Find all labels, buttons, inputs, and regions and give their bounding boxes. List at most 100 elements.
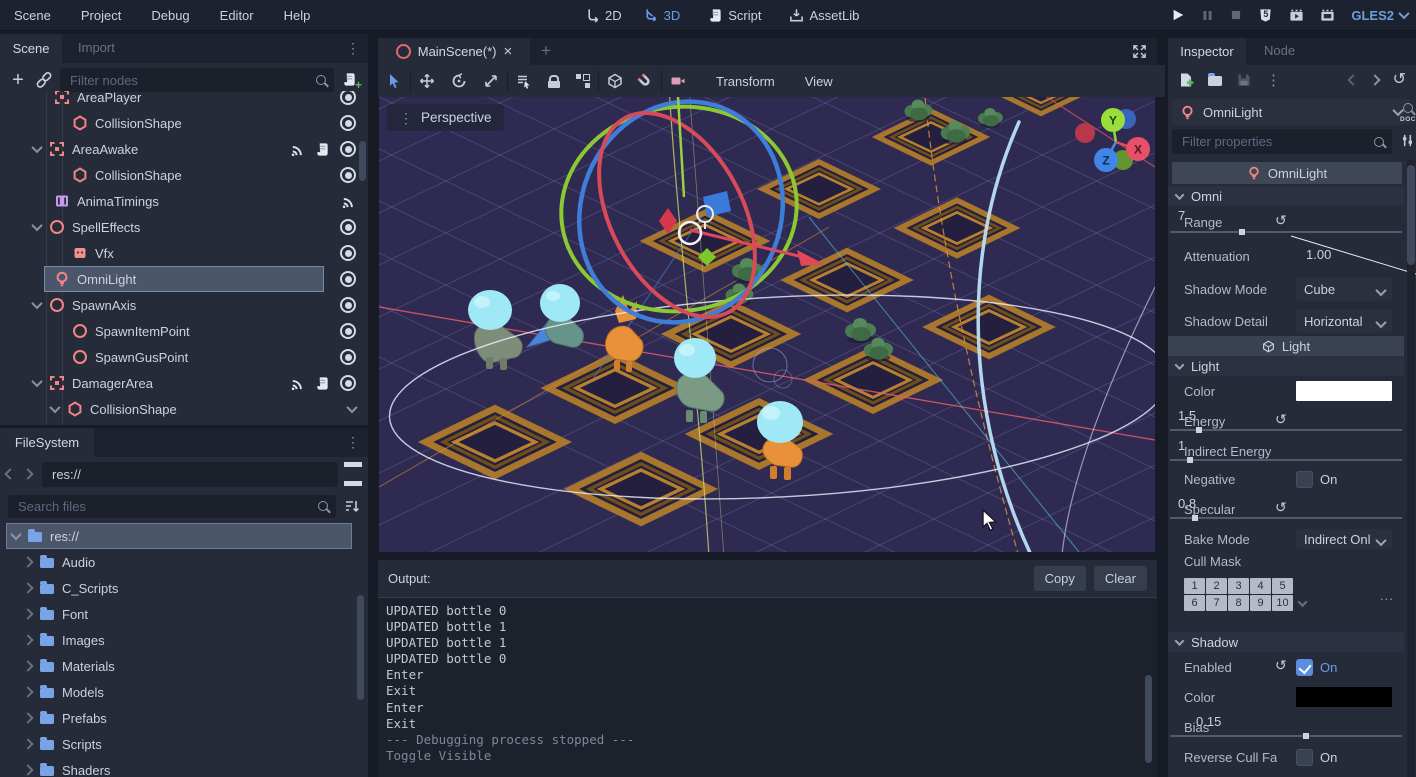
shadow-color-swatch[interactable] — [1296, 687, 1392, 707]
folder-row-font[interactable]: Font — [0, 601, 368, 627]
search-files-input[interactable] — [8, 495, 336, 518]
new-scene-tab-button[interactable]: + — [541, 41, 551, 61]
menu-project[interactable]: Project — [77, 8, 125, 23]
tab-mainscene[interactable]: MainScene(*) × — [378, 38, 530, 65]
shadow-detail-dropdown[interactable]: Horizontal — [1296, 309, 1392, 333]
play-html5-button[interactable]: 5 — [1258, 8, 1273, 23]
group-button[interactable] — [576, 74, 590, 88]
tree-row-areaawake[interactable]: AreaAwake — [0, 136, 368, 162]
resource-menu-icon[interactable]: ⋮ — [1266, 73, 1281, 88]
tab-filesystem[interactable]: FileSystem — [0, 428, 94, 457]
tree-row-spawnitempoint[interactable]: SpawnItemPoint — [0, 318, 368, 344]
filesystem-scrollbar[interactable] — [357, 595, 364, 700]
axis-x-label[interactable]: X — [1134, 143, 1142, 157]
tab-import[interactable]: Import — [78, 40, 115, 55]
filter-properties-input[interactable] — [1172, 129, 1392, 154]
axis-y-label[interactable]: Y — [1109, 114, 1117, 128]
output-scrollbar[interactable] — [1145, 675, 1152, 763]
mode-2d-button[interactable]: 2D — [585, 8, 622, 23]
cull-mask-4[interactable]: 4 — [1250, 578, 1271, 594]
copy-button[interactable]: Copy — [1034, 566, 1086, 591]
visibility-toggle[interactable] — [340, 141, 356, 157]
nav-back-button[interactable] — [4, 468, 15, 479]
section-light[interactable]: Light — [1168, 356, 1404, 376]
folder-row-images[interactable]: Images — [0, 627, 368, 653]
menu-scene[interactable]: Scene — [10, 8, 55, 23]
renderer-dropdown[interactable]: GLES2 — [1351, 8, 1408, 23]
collapse-arrow-icon[interactable] — [31, 298, 42, 309]
expand-arrow-icon[interactable] — [22, 634, 33, 645]
visibility-toggle[interactable] — [340, 297, 356, 313]
expand-arrow-icon[interactable] — [22, 712, 33, 723]
play-custom-scene-button[interactable] — [1320, 8, 1335, 23]
negative-checkbox[interactable] — [1296, 471, 1313, 488]
history-icon[interactable]: ↺ — [1393, 72, 1406, 88]
history-forward-button[interactable] — [1369, 74, 1380, 85]
revert-icon[interactable]: ↺ — [1275, 658, 1287, 672]
bias-slider[interactable]: 0.15 — [1168, 712, 1404, 742]
visibility-toggle[interactable] — [340, 219, 356, 235]
history-back-button[interactable] — [1347, 74, 1358, 85]
folder-row-audio[interactable]: Audio — [0, 549, 368, 575]
expand-arrow-icon[interactable] — [22, 686, 33, 697]
script-icon[interactable] — [315, 376, 330, 391]
collapse-arrow-icon[interactable] — [49, 402, 60, 413]
dock-menu-icon[interactable]: ⋮ — [346, 41, 360, 55]
tree-row-collisionshape-2[interactable]: CollisionShape — [0, 162, 368, 188]
mode-3d-button[interactable]: 3D — [644, 8, 681, 23]
local-space-toggle[interactable] — [607, 73, 623, 89]
perspective-menu[interactable]: ⋮ Perspective — [387, 104, 504, 131]
visibility-toggle[interactable] — [340, 115, 356, 131]
specular-slider[interactable]: 0.8 — [1168, 494, 1404, 524]
folder-row-res[interactable]: res:// — [0, 523, 368, 549]
script-icon[interactable] — [315, 142, 330, 157]
path-input[interactable] — [42, 462, 338, 487]
expand-arrow-icon[interactable] — [22, 582, 33, 593]
property-tools-icon[interactable] — [1400, 133, 1415, 148]
folder-row-scripts[interactable]: Scripts — [0, 731, 368, 757]
save-resource-button[interactable] — [1236, 72, 1252, 88]
expand-arrow-icon[interactable] — [22, 764, 33, 775]
visibility-toggle[interactable] — [340, 349, 356, 365]
snap-toggle[interactable] — [637, 73, 653, 89]
stop-button[interactable] — [1230, 9, 1242, 21]
instance-scene-button[interactable] — [36, 72, 52, 88]
list-select-tool[interactable] — [516, 73, 532, 89]
tree-row-damagerarea[interactable]: DamagerArea — [0, 370, 368, 396]
bake-mode-dropdown[interactable]: Indirect Onl — [1296, 529, 1392, 549]
expand-arrow-icon[interactable] — [22, 738, 33, 749]
menu-editor[interactable]: Editor — [216, 8, 258, 23]
visibility-toggle[interactable] — [340, 91, 356, 105]
tree-row-spelleffects[interactable]: SpellEffects — [0, 214, 368, 240]
indirect-energy-slider[interactable]: 1 — [1168, 436, 1404, 466]
folder-row-cscripts[interactable]: C_Scripts — [0, 575, 368, 601]
chevron-down-icon[interactable] — [1298, 597, 1308, 607]
play-scene-button[interactable] — [1289, 8, 1304, 23]
clear-button[interactable]: Clear — [1094, 566, 1147, 591]
menu-debug[interactable]: Debug — [147, 8, 193, 23]
collapse-arrow-icon[interactable] — [31, 142, 42, 153]
sort-files-icon[interactable] — [344, 498, 360, 514]
transform-menu[interactable]: Transform — [712, 74, 779, 89]
close-icon[interactable]: × — [504, 44, 513, 59]
folder-row-prefabs[interactable]: Prefabs — [0, 705, 368, 731]
rotate-tool[interactable] — [451, 73, 467, 89]
axis-z-label[interactable]: Z — [1102, 154, 1109, 168]
cull-mask-1[interactable]: 1 — [1184, 578, 1205, 594]
attach-script-button[interactable]: + — [342, 72, 360, 88]
tab-scene[interactable]: Scene — [0, 34, 62, 63]
cull-mask-2[interactable]: 2 — [1206, 578, 1227, 594]
nav-forward-button[interactable] — [22, 468, 33, 479]
tab-node[interactable]: Node — [1264, 43, 1295, 58]
cull-mask-more-button[interactable]: ... — [1380, 588, 1394, 603]
folder-row-materials[interactable]: Materials — [0, 653, 368, 679]
cull-mask-7[interactable]: 7 — [1206, 595, 1227, 611]
cull-mask-9[interactable]: 9 — [1250, 595, 1271, 611]
move-tool[interactable] — [419, 73, 435, 89]
load-resource-button[interactable] — [1208, 76, 1222, 86]
distraction-free-icon[interactable] — [1132, 44, 1147, 59]
tree-row-collisionshape-3[interactable]: CollisionShape — [0, 396, 368, 422]
collapse-arrow-icon[interactable] — [10, 529, 21, 540]
tab-inspector[interactable]: Inspector — [1168, 38, 1246, 65]
attenuation-curve[interactable]: 1.00 — [1296, 243, 1392, 269]
